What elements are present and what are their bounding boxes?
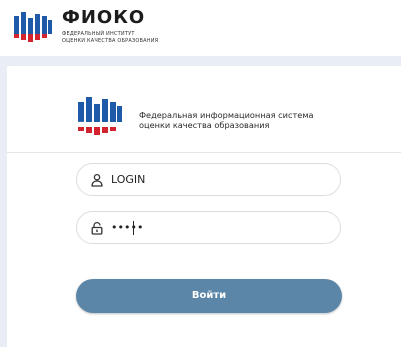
- brand-name: ФИОКО: [62, 7, 146, 28]
- password-field[interactable]: [76, 211, 341, 244]
- lock-icon: [91, 221, 103, 235]
- text-caret: [133, 221, 134, 235]
- password-input[interactable]: [111, 212, 331, 243]
- user-icon: [91, 173, 103, 187]
- system-title-line1: Федеральная информационная система: [139, 110, 314, 120]
- login-card: Федеральная информационная система оценк…: [7, 66, 401, 347]
- brand-subtitle-line1: ФЕДЕРАЛЬНЫЙ ИНСТИТУТ: [62, 31, 135, 37]
- system-title-line2: оценки качества образования: [139, 120, 270, 130]
- login-input[interactable]: [111, 164, 331, 195]
- system-title: Федеральная информационная система оценк…: [139, 110, 314, 130]
- fioko-logo-icon: [77, 97, 122, 135]
- brand-subtitle: ФЕДЕРАЛЬНЫЙ ИНСТИТУТ ОЦЕНКИ КАЧЕСТВА ОБР…: [62, 31, 158, 45]
- card-header: Федеральная информационная система оценк…: [7, 66, 401, 153]
- top-bar: ФИОКО ФЕДЕРАЛЬНЫЙ ИНСТИТУТ ОЦЕНКИ КАЧЕСТ…: [0, 0, 401, 56]
- login-button[interactable]: Войти: [76, 279, 342, 313]
- brand-subtitle-line2: ОЦЕНКИ КАЧЕСТВА ОБРАЗОВАНИЯ: [62, 38, 159, 44]
- fioko-logo-icon: [14, 12, 52, 42]
- login-field[interactable]: [76, 163, 341, 196]
